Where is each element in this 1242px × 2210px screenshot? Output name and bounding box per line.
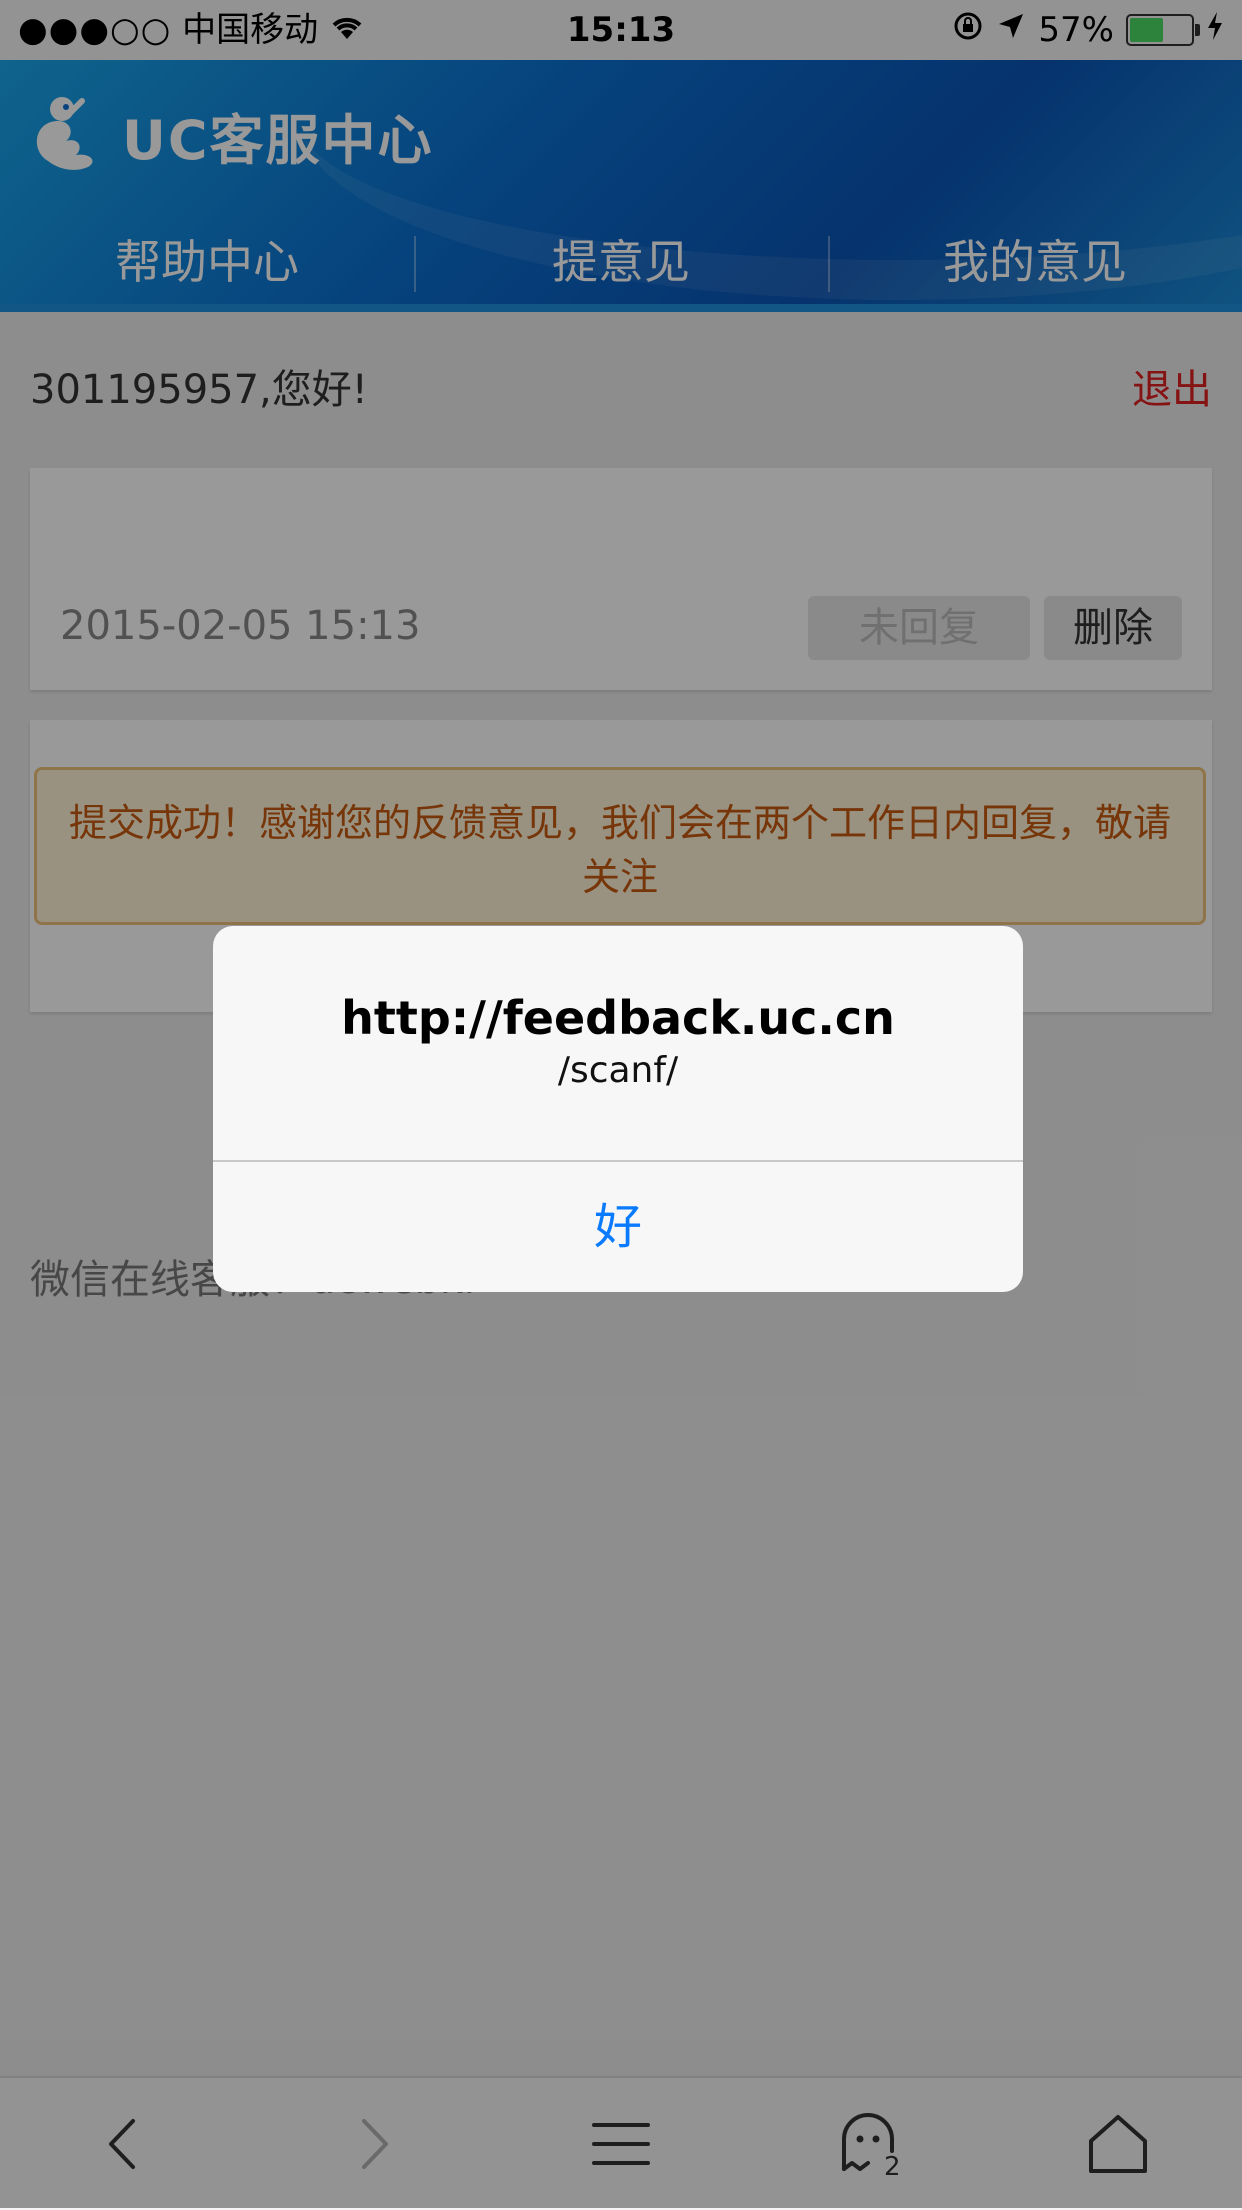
alert-message: /scanf/: [557, 1050, 679, 1091]
alert-ok-button[interactable]: 好: [213, 1162, 1023, 1292]
alert-dialog: http://feedback.uc.cn /scanf/ 好: [213, 926, 1023, 1292]
alert-title: http://feedback.uc.cn: [341, 991, 895, 1045]
